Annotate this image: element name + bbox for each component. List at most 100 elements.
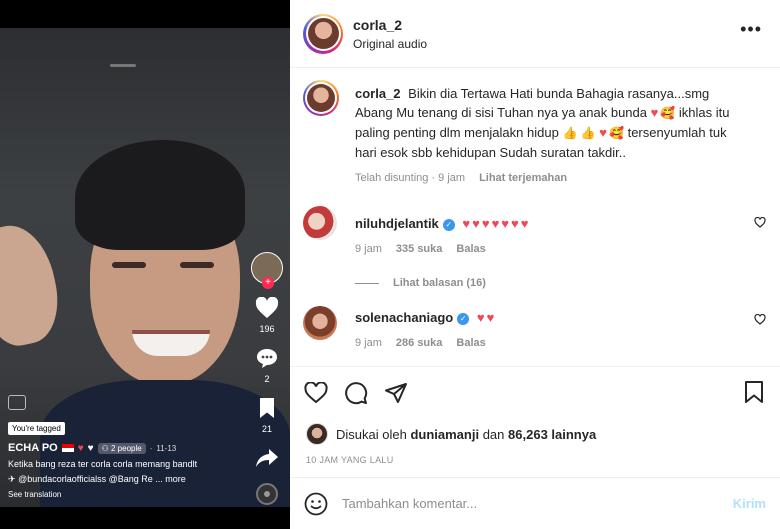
video-hair <box>75 140 245 250</box>
caption-avatar[interactable] <box>303 80 339 116</box>
root: + 196 2 21 You're tagged ECHA PO ♥ ♥ ⚇ 2… <box>0 0 780 529</box>
music-disc-icon[interactable] <box>254 482 280 506</box>
video-action-rail: + 196 2 21 <box>250 252 284 506</box>
people-chip[interactable]: ⚇ 2 people <box>97 442 146 454</box>
liked-by-and: dan <box>482 426 505 442</box>
bookmark-icon[interactable] <box>254 396 280 420</box>
comment-count: 2 <box>264 374 270 384</box>
video-handle <box>110 64 136 67</box>
like-heart-icon[interactable] <box>254 296 280 320</box>
video-bottom-bar <box>0 507 290 529</box>
sticker-icon[interactable] <box>8 395 26 410</box>
red-heart-emoji-icon-2: ♥ <box>599 125 609 140</box>
view-replies-label[interactable]: Lihat balasan (16) <box>393 277 486 289</box>
smiling-hearts-emoji-icon-2: 🥰 <box>609 126 624 140</box>
comment-time: 9 jam <box>355 243 382 255</box>
comment-avatar[interactable] <box>303 306 337 340</box>
verified-badge-icon: ✓ <box>457 313 470 325</box>
like-heart-icon[interactable] <box>304 382 328 404</box>
video-caption-line-1: Ketika bang reza ter corla corla memang … <box>8 459 198 469</box>
person-icon: ⚇ <box>101 443 111 453</box>
comment-reply-button[interactable]: Balas <box>456 337 485 349</box>
likes-summary: Disukai oleh duniamanji dan 86,263 lainn… <box>290 405 780 445</box>
tagged-badge[interactable]: You're tagged <box>8 422 65 435</box>
comment-likes[interactable]: 335 suka <box>396 243 442 255</box>
comment-input[interactable] <box>342 496 733 511</box>
comment-username[interactable]: niluhdjelantik <box>355 216 439 231</box>
video-caption-mentions[interactable]: @bundacorlaofficialss @Bang Re ... <box>18 474 163 484</box>
comment-likes[interactable]: 286 suka <box>396 337 442 349</box>
smiling-hearts-emoji-icon: 🥰 <box>660 106 676 120</box>
caption-emoji-icon: ✈ <box>8 474 16 484</box>
comment-item: solenachaniago ✓ ♥♥ 9 jam 286 suka Balas <box>290 306 780 349</box>
creator-avatar[interactable]: + <box>251 252 283 289</box>
people-chip-label: 2 people <box>111 443 142 453</box>
add-comment-bar: Kirim <box>290 477 780 529</box>
avatar-inner <box>305 16 341 51</box>
post-comment-button[interactable]: Kirim <box>733 496 766 511</box>
post-actions: Disukai oleh duniamanji dan 86,263 lainn… <box>290 366 780 529</box>
caption-text: corla_2 Bikin dia Tertawa Hati bunda Bah… <box>355 80 740 162</box>
caption-more-link[interactable]: more <box>165 474 186 484</box>
comment-like-heart-icon[interactable] <box>754 314 766 325</box>
caption-edited: Telah disunting · 9 jam <box>355 172 466 184</box>
save-count: 21 <box>261 424 272 434</box>
video-eye-left <box>112 262 146 268</box>
comment-meta: 9 jam 286 suka Balas <box>355 337 740 349</box>
like-count: 196 <box>259 324 275 334</box>
liker-avatar[interactable] <box>306 423 328 445</box>
video-see-translation[interactable]: See translation <box>8 490 248 499</box>
liked-by-count[interactable]: 86,263 lainnya <box>508 427 596 442</box>
caption-see-translation[interactable]: Lihat terjemahan <box>479 172 567 184</box>
liked-by-prefix: Disukai oleh <box>336 426 407 442</box>
header-audio[interactable]: Original audio <box>353 37 427 51</box>
comment-item: niluhdjelantik ✓ ♥♥♥♥♥♥♥ 9 jam 335 suka B… <box>290 206 780 255</box>
video-panel[interactable]: + 196 2 21 You're tagged ECHA PO ♥ ♥ ⚇ 2… <box>0 0 290 529</box>
red-heart-emoji-icon: ♥ <box>650 105 661 120</box>
share-arrow-icon[interactable] <box>254 446 280 470</box>
comment-text: solenachaniago ✓ ♥♥ <box>355 306 740 327</box>
verified-badge-icon: ✓ <box>442 219 455 231</box>
post-panel: corla_2 Original audio ••• corla_2 Bikin… <box>290 0 780 529</box>
liked-by-user[interactable]: duniamanji <box>410 427 479 442</box>
post-header: corla_2 Original audio ••• <box>290 0 780 68</box>
view-replies-line <box>355 282 379 284</box>
emoji-smiley-icon[interactable] <box>304 492 328 516</box>
caption-meta: Telah disunting · 9 jam Lihat terjemahan <box>355 172 740 184</box>
comment-bubble-icon[interactable] <box>254 346 280 370</box>
caption-comment: corla_2 Bikin dia Tertawa Hati bunda Bah… <box>290 80 780 184</box>
comment-text: niluhdjelantik ✓ ♥♥♥♥♥♥♥ <box>355 206 740 233</box>
comment-like-heart-icon[interactable] <box>754 217 766 228</box>
action-icons <box>290 367 780 405</box>
follow-plus-icon[interactable]: + <box>262 277 274 289</box>
white-heart-icon: ♥ <box>87 442 94 454</box>
comment-username[interactable]: solenachaniago <box>355 310 453 325</box>
caption-avatar-inner <box>305 82 337 114</box>
video-author[interactable]: ECHA PO <box>8 442 58 454</box>
flag-icon <box>61 444 74 452</box>
view-replies[interactable]: Lihat balasan (16) <box>290 277 780 289</box>
comments-list[interactable]: corla_2 Bikin dia Tertawa Hati bunda Bah… <box>290 68 780 366</box>
comment-hearts: ♥♥♥♥♥♥♥ <box>462 216 531 231</box>
share-icon[interactable] <box>384 382 408 404</box>
comment-meta: 9 jam 335 suka Balas <box>355 243 740 255</box>
more-options-icon[interactable]: ••• <box>740 20 762 38</box>
video-date-separator: · <box>149 443 153 453</box>
header-avatar[interactable] <box>303 13 343 54</box>
comment-avatar[interactable] <box>303 206 337 240</box>
video-eye-right <box>180 262 214 268</box>
video-caption: You're tagged ECHA PO ♥ ♥ ⚇ 2 people · 1… <box>8 395 248 499</box>
video-author-row: ECHA PO ♥ ♥ ⚇ 2 people · 11-13 <box>8 442 248 454</box>
header-username[interactable]: corla_2 <box>353 17 427 33</box>
avatar-photo <box>307 18 339 49</box>
post-time-ago[interactable]: 10 JAM YANG LALU <box>290 445 780 465</box>
comment-icon[interactable] <box>344 381 368 405</box>
save-bookmark-icon[interactable] <box>744 381 764 403</box>
video-caption-line-2: ✈ @bundacorlaofficialss @Bang Re ... mor… <box>8 474 248 485</box>
caption-username[interactable]: corla_2 <box>355 86 401 101</box>
comment-hearts: ♥♥ <box>476 310 497 325</box>
header-text: corla_2 Original audio <box>353 17 427 51</box>
caption-avatar-photo <box>307 84 335 112</box>
comment-time: 9 jam <box>355 337 382 349</box>
comment-reply-button[interactable]: Balas <box>456 243 485 255</box>
